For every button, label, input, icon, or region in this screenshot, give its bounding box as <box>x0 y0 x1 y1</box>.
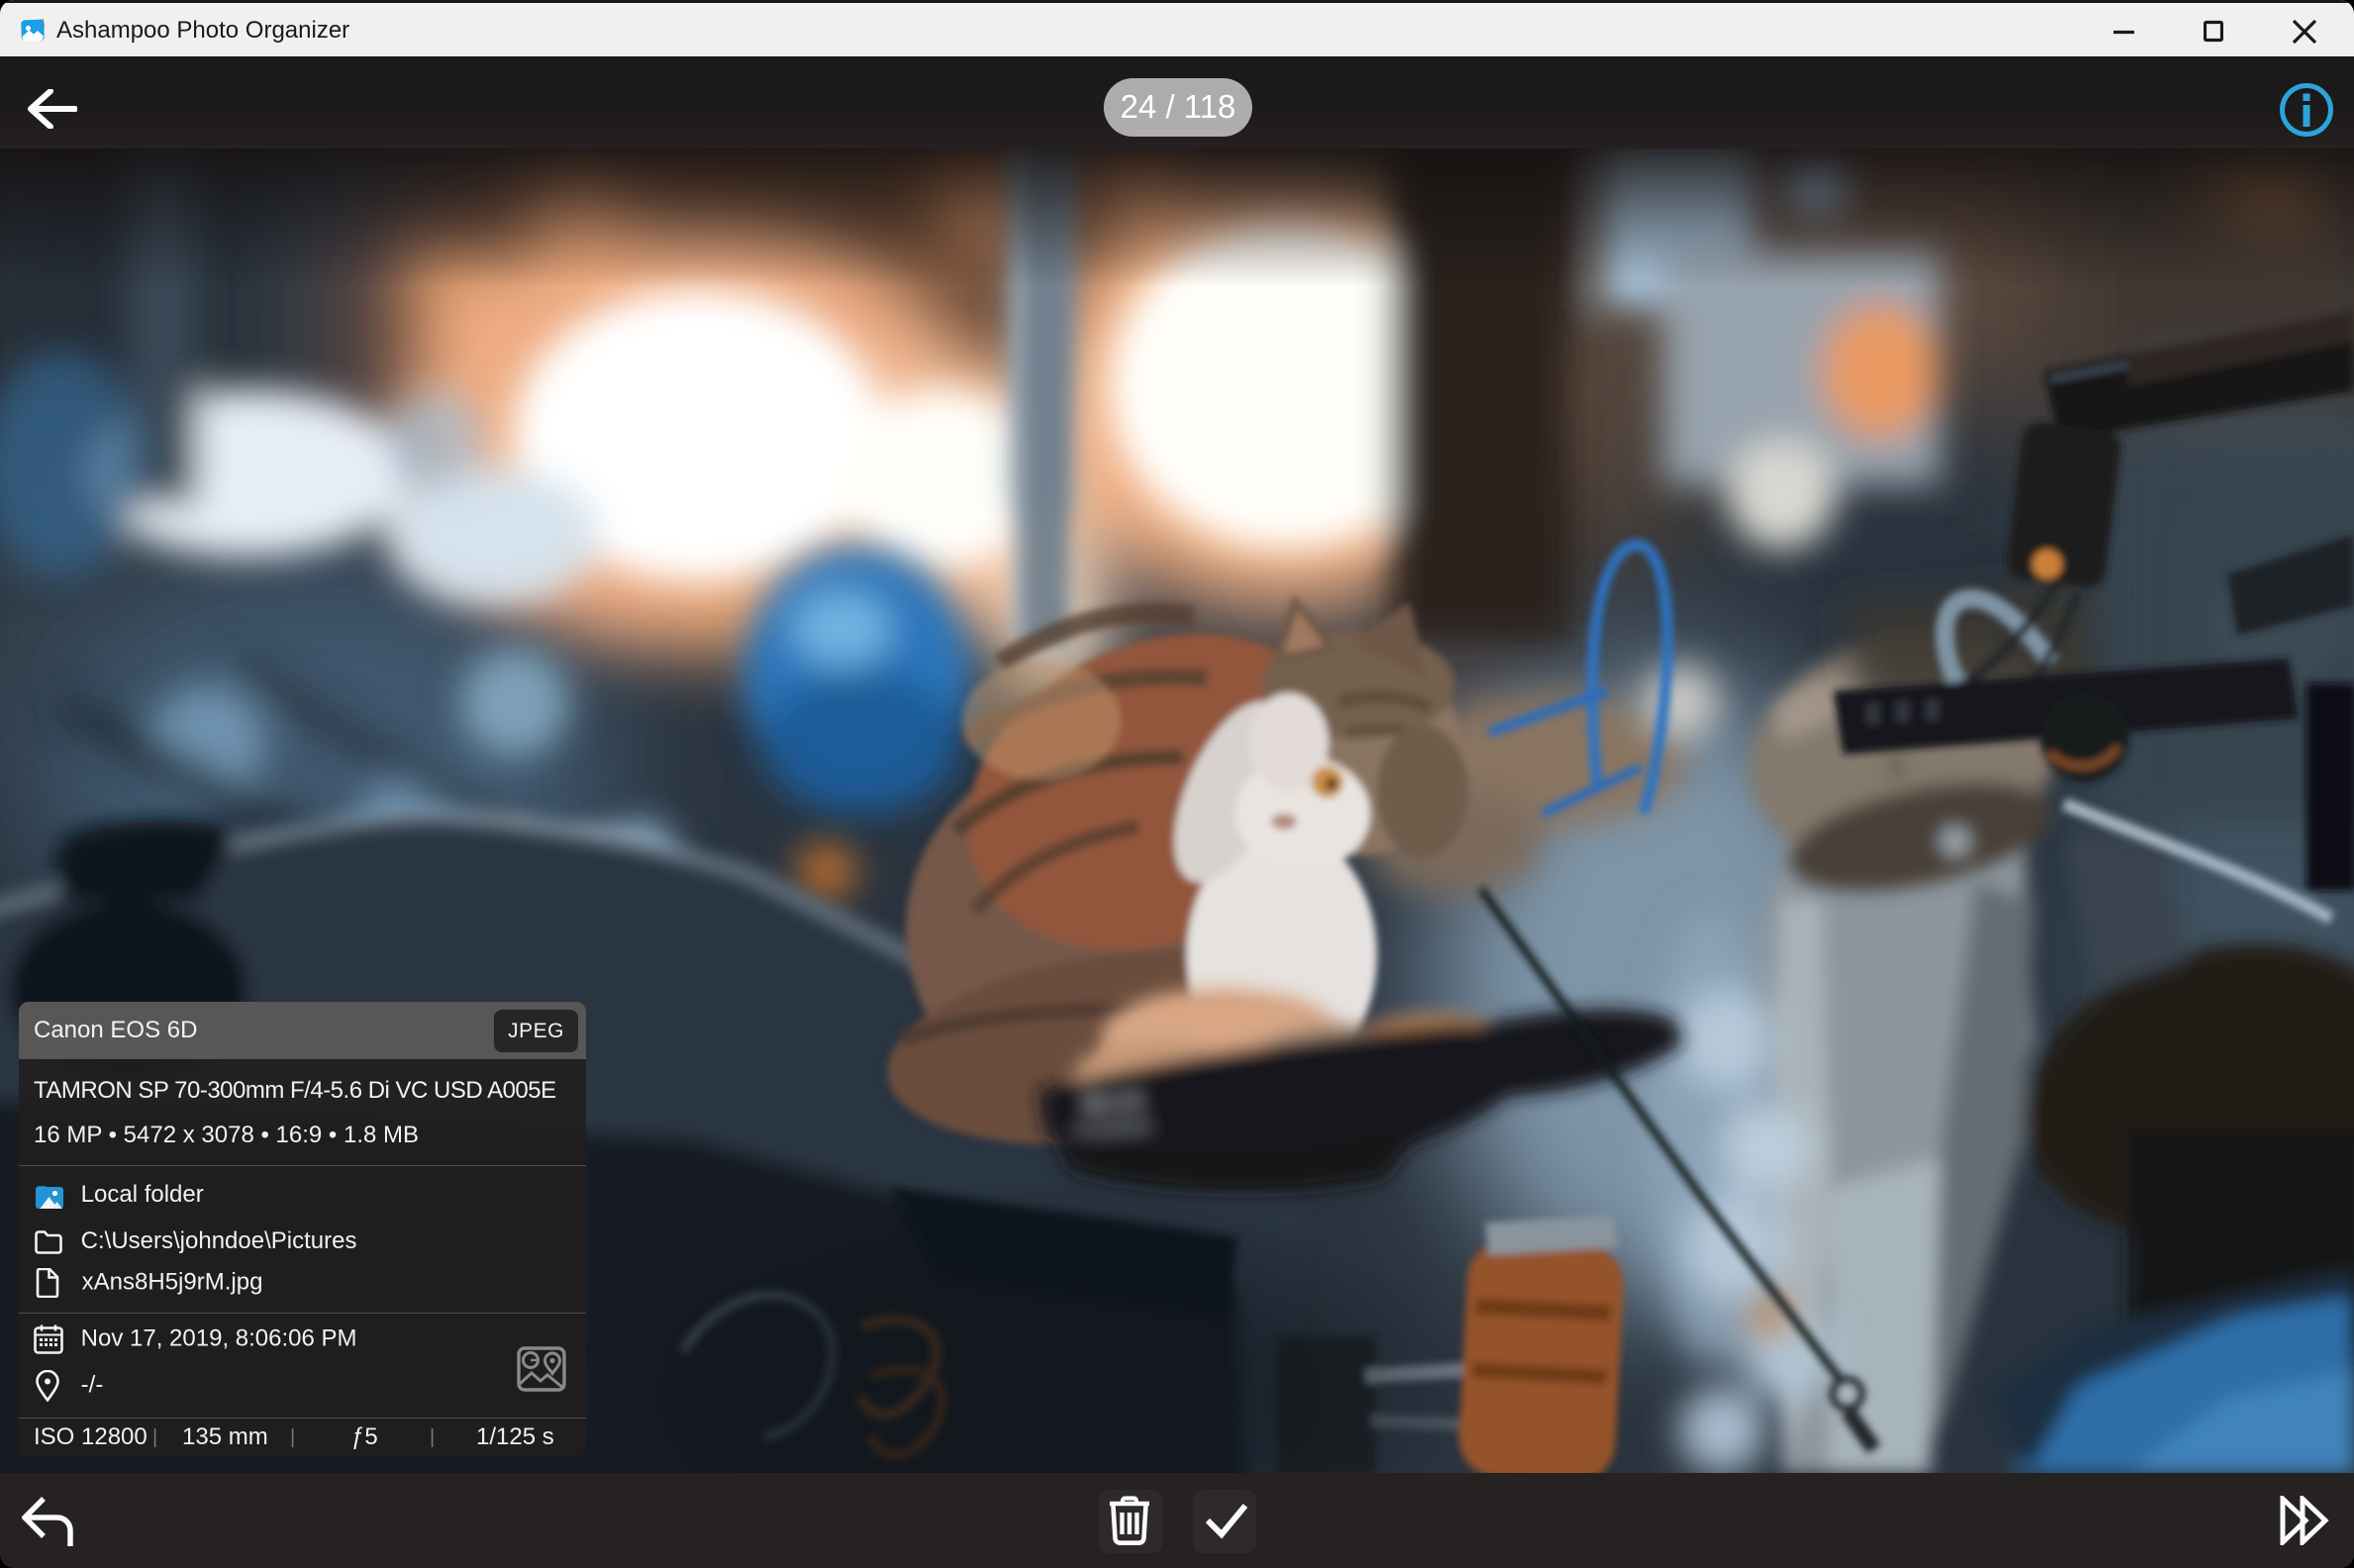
svg-text:富士达: 富士达 <box>1083 1089 1143 1116</box>
